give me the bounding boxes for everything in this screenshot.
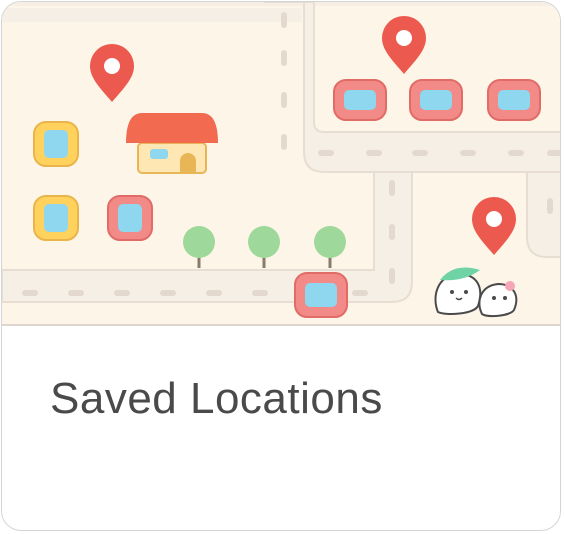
saved-locations-card[interactable]: Saved Locations (1, 1, 561, 531)
map-illustration (2, 2, 560, 326)
car-icon (33, 195, 79, 241)
house-icon (126, 113, 218, 174)
car-icon (333, 79, 387, 121)
car-icon (294, 272, 348, 318)
car-icon (409, 79, 463, 121)
card-title: Saved Locations (50, 374, 383, 423)
card-divider (2, 324, 560, 326)
car-icon (33, 121, 79, 167)
car-icon (487, 79, 541, 121)
car-icon (107, 195, 153, 241)
